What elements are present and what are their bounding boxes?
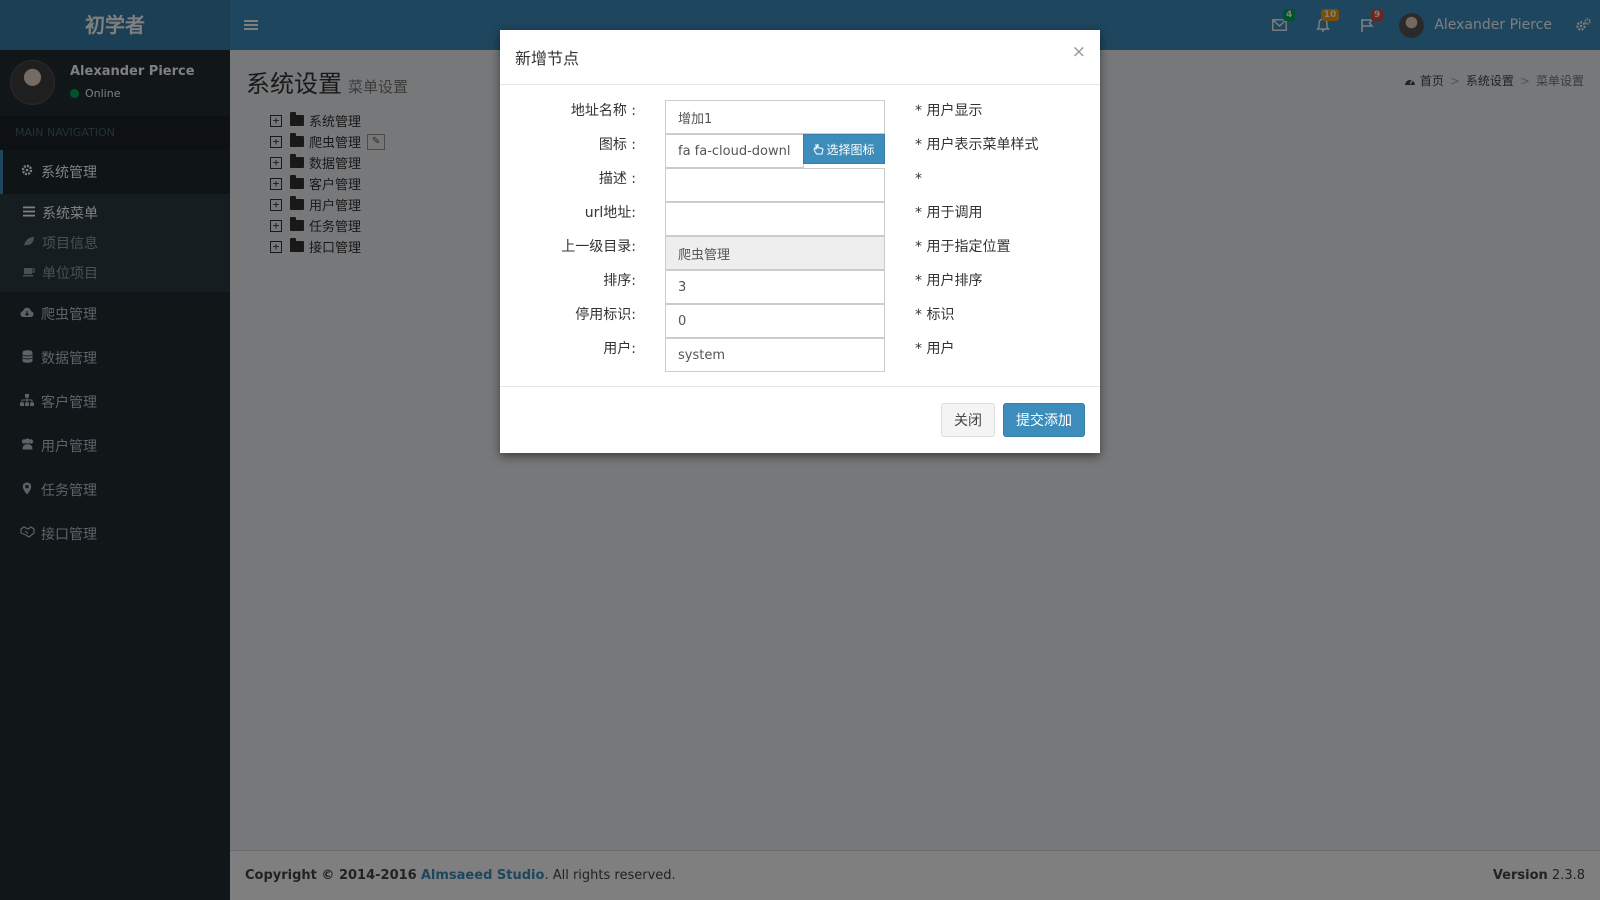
desc-hint: * (915, 171, 922, 187)
form-row-parent: 上一级目录: * 用于指定位置 (500, 236, 1100, 270)
close-icon[interactable]: × (1072, 44, 1086, 61)
form-row-url: url地址: * 用于调用 (500, 202, 1100, 236)
form-row-icon: 图标 : 选择图标 * 用户表示菜单样式 (500, 134, 1100, 168)
modal-title: 新增节点 (515, 49, 580, 68)
url-label: url地址: (584, 205, 636, 221)
disabled-hint: * 标识 (915, 307, 955, 323)
choose-icon-button[interactable]: 选择图标 (803, 134, 885, 164)
parent-hint: * 用于指定位置 (915, 239, 1011, 255)
name-input[interactable] (665, 100, 885, 134)
form-row-desc: 描述 : * (500, 168, 1100, 202)
choose-icon-label: 选择图标 (826, 142, 875, 157)
order-label: 排序: (603, 273, 636, 289)
user-input[interactable] (665, 338, 885, 372)
form-row-user: 用户: * 用户 (500, 338, 1100, 372)
submit-button[interactable]: 提交添加 (1003, 403, 1085, 437)
url-hint: * 用于调用 (915, 205, 983, 221)
desc-label: 描述 : (598, 171, 636, 187)
name-label: 地址名称 : (570, 103, 636, 119)
disabled-input[interactable] (665, 304, 885, 338)
name-hint: * 用户显示 (915, 103, 983, 119)
modal-body: 地址名称 : * 用户显示 图标 : 选择图标 * 用户表示菜单样式 描述 : … (500, 85, 1100, 387)
icon-input[interactable] (665, 134, 804, 168)
parent-label: 上一级目录: (561, 239, 636, 255)
desc-input[interactable] (665, 168, 885, 202)
hand-pointer-icon (813, 143, 825, 155)
user-hint: * 用户 (915, 341, 955, 357)
icon-hint: * 用户表示菜单样式 (915, 137, 1039, 153)
add-node-modal: 新增节点 × 地址名称 : * 用户显示 图标 : 选择图标 * 用户表示菜单样… (500, 30, 1100, 453)
form-row-order: 排序: * 用户排序 (500, 270, 1100, 304)
icon-label: 图标 : (598, 137, 636, 153)
disabled-label: 停用标识: (575, 307, 636, 323)
url-input[interactable] (665, 202, 885, 236)
order-hint: * 用户排序 (915, 273, 983, 289)
order-input[interactable] (665, 270, 885, 304)
modal-header: 新增节点 × (500, 30, 1100, 85)
modal-footer: 关闭 提交添加 (500, 387, 1100, 452)
user-label: 用户: (603, 341, 636, 357)
close-button[interactable]: 关闭 (941, 403, 995, 437)
form-row-disabled: 停用标识: * 标识 (500, 304, 1100, 338)
parent-input[interactable] (665, 236, 885, 270)
form-row-name: 地址名称 : * 用户显示 (500, 100, 1100, 134)
